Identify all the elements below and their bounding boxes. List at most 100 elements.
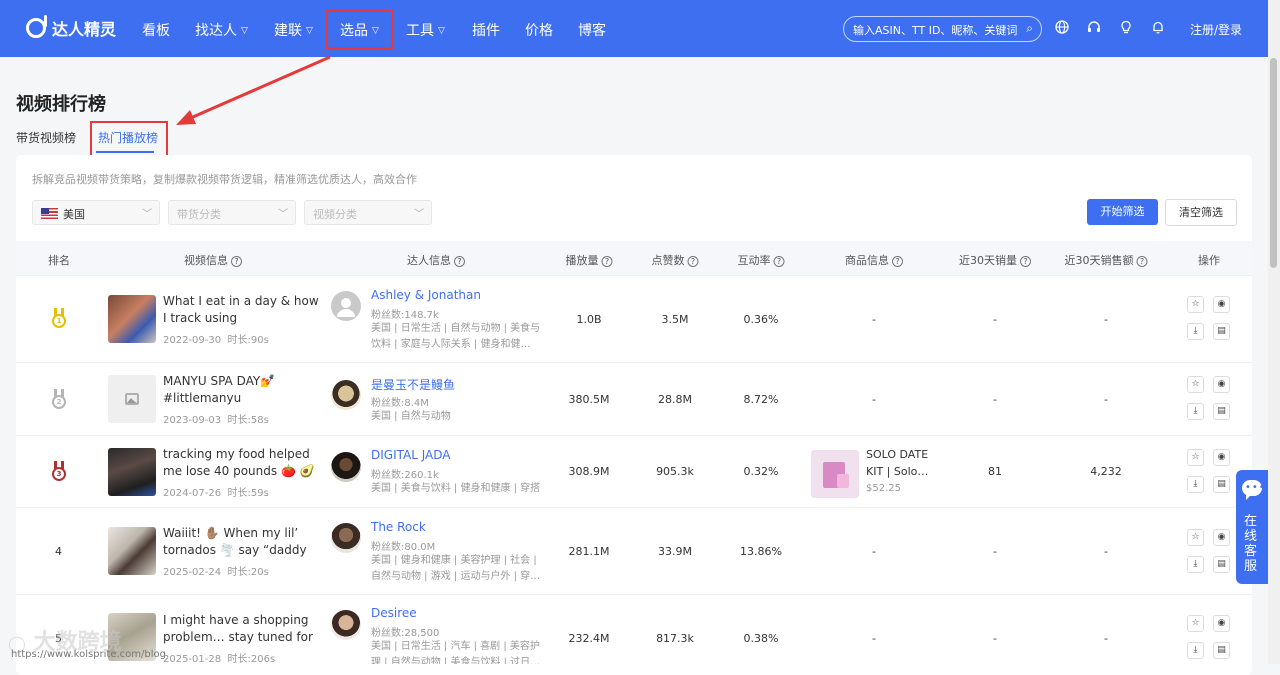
help-icon[interactable]: ? xyxy=(892,256,903,267)
download-icon[interactable]: ⤓ xyxy=(1187,556,1204,573)
influencer-avatar[interactable] xyxy=(331,452,361,482)
chat-bubble-icon: ••• xyxy=(1242,480,1265,500)
star-icon[interactable]: ☆ xyxy=(1187,529,1204,546)
star-icon[interactable]: ☆ xyxy=(1187,376,1204,393)
video-thumbnail[interactable] xyxy=(108,375,156,423)
header-plays[interactable]: 播放量? xyxy=(566,252,613,268)
page-scrollbar[interactable] xyxy=(1268,0,1280,664)
document-icon[interactable]: ▤ xyxy=(1213,556,1230,573)
influencer-avatar[interactable] xyxy=(331,523,361,553)
video-title[interactable]: tracking my food helped me lose 40 pound… xyxy=(163,446,319,480)
help-icon[interactable]: ? xyxy=(1020,256,1031,267)
header-30d-sales[interactable]: 近30天销量? xyxy=(959,252,1031,268)
header-label: 点赞数 xyxy=(651,254,685,267)
engagement-value: 0.36% xyxy=(743,313,779,326)
country-select[interactable]: 美国 ﹀ xyxy=(32,200,160,225)
video-title[interactable]: What I eat in a day & how I track using … xyxy=(163,293,319,327)
video-title[interactable]: I might have a shopping problem… stay tu… xyxy=(163,612,319,646)
help-icon[interactable]: ? xyxy=(773,256,785,267)
influencer-name[interactable]: The Rock xyxy=(371,520,426,534)
scrollbar-thumb[interactable] xyxy=(1270,58,1277,268)
star-icon[interactable]: ☆ xyxy=(1187,449,1204,466)
video-date: 2023-09-03 xyxy=(163,415,222,426)
revenue-value: - xyxy=(1104,313,1108,326)
eye-icon[interactable]: ◉ xyxy=(1213,529,1230,546)
influencer-name[interactable]: DIGITAL JADA xyxy=(371,448,451,462)
influencer-fans: 粉丝数:80.0M xyxy=(371,542,436,553)
download-icon[interactable]: ⤓ xyxy=(1187,476,1204,493)
header-engagement-rate[interactable]: 互动率? xyxy=(738,252,785,268)
chevron-down-icon: ﹀ xyxy=(278,209,288,220)
start-filter-button[interactable]: 开始筛选 xyxy=(1087,199,1158,225)
influencer-fans: 粉丝数:148.7k xyxy=(371,310,439,321)
help-icon[interactable]: ? xyxy=(687,256,699,267)
video-thumbnail[interactable] xyxy=(108,527,156,575)
influencer-name[interactable]: 是曼玉不是鳗鱼 xyxy=(371,376,455,393)
star-icon[interactable]: ☆ xyxy=(1187,296,1204,313)
online-support-widget[interactable]: ••• 在线客服 xyxy=(1236,470,1268,584)
sales-value: - xyxy=(993,632,997,645)
page-description: 拆解竞品视频带货策略，复制爆款视频带货逻辑，精准筛选优质达人，高效合作 xyxy=(32,173,417,186)
header-video-info: 视频信息? xyxy=(184,252,242,268)
likes-value: 3.5M xyxy=(661,313,689,326)
online-support-label: 在线客服 xyxy=(1244,514,1258,574)
highlight-box-tab xyxy=(90,121,168,159)
silver-medal-icon: 2 xyxy=(51,389,67,409)
help-icon[interactable]: ? xyxy=(454,256,465,267)
header-label: 商品信息 xyxy=(845,254,889,267)
help-icon[interactable]: ? xyxy=(231,256,242,267)
video-thumbnail[interactable] xyxy=(108,448,156,496)
download-icon[interactable]: ⤓ xyxy=(1187,403,1204,420)
video-meta: 2025-01-28 时长:206s xyxy=(163,650,275,665)
video-date: 2025-02-24 xyxy=(163,567,222,578)
influencer-name[interactable]: Desiree xyxy=(371,606,417,620)
eye-icon[interactable]: ◉ xyxy=(1213,449,1230,466)
engagement-value: 0.38% xyxy=(743,632,779,645)
document-icon[interactable]: ▤ xyxy=(1213,323,1230,340)
tab-sales-videos[interactable]: 带货视频榜 xyxy=(16,129,76,146)
likes-value: 905.3k xyxy=(656,465,694,478)
video-category-select[interactable]: 视频分类 ﹀ xyxy=(304,200,432,225)
video-duration: 时长:90s xyxy=(227,335,269,346)
header-label: 播放量 xyxy=(565,254,599,267)
help-icon[interactable]: ? xyxy=(1136,256,1148,267)
document-icon[interactable]: ▤ xyxy=(1213,476,1230,493)
header-label: 近30天销售额 xyxy=(1064,254,1134,267)
influencer-name[interactable]: Ashley & Jonathan xyxy=(371,288,481,302)
help-icon[interactable]: ? xyxy=(601,256,613,267)
engagement-value: 13.86% xyxy=(740,545,782,558)
download-icon[interactable]: ⤓ xyxy=(1187,323,1204,340)
video-title[interactable]: Waiiit! ✋🏽 When my lil’ tornados 🌪️ say … xyxy=(163,525,319,559)
header-likes[interactable]: 点赞数? xyxy=(652,252,699,268)
influencer-fans: 粉丝数:8.4M xyxy=(371,398,429,409)
chevron-down-icon: ﹀ xyxy=(142,209,152,220)
sales-category-select[interactable]: 带货分类 ﹀ xyxy=(168,200,296,225)
header-product-info: 商品信息? xyxy=(845,252,903,268)
influencer-avatar[interactable] xyxy=(331,291,361,321)
revenue-value: - xyxy=(1104,632,1108,645)
header-30d-revenue[interactable]: 近30天销售额? xyxy=(1065,252,1148,268)
eye-icon[interactable]: ◉ xyxy=(1213,296,1230,313)
clear-filter-button[interactable]: 清空筛选 xyxy=(1165,199,1237,226)
sales-value: 81 xyxy=(988,465,1002,478)
video-thumbnail[interactable] xyxy=(108,295,156,343)
product-thumbnail[interactable] xyxy=(811,450,859,498)
eye-icon[interactable]: ◉ xyxy=(1213,615,1230,632)
likes-value: 33.9M xyxy=(658,545,692,558)
influencer-avatar[interactable] xyxy=(331,610,361,640)
country-value: 美国 xyxy=(63,208,85,221)
influencer-fans: 粉丝数:260.1k xyxy=(371,470,439,481)
product-title[interactable]: SOLO DATE KIT | Solo… xyxy=(866,446,946,480)
header-label: 达人信息 xyxy=(407,254,451,267)
eye-icon[interactable]: ◉ xyxy=(1213,376,1230,393)
video-title[interactable]: MANYU SPA DAY💅 #littlemanyu #dogsofttikt… xyxy=(163,373,319,407)
product-price: $52.25 xyxy=(866,483,901,494)
download-icon[interactable]: ⤓ xyxy=(1187,642,1204,659)
star-icon[interactable]: ☆ xyxy=(1187,615,1204,632)
product-info-value: - xyxy=(872,313,876,326)
influencer-avatar[interactable] xyxy=(331,380,361,410)
watermark-url: https://www.kolsprite.com/blog xyxy=(11,649,166,660)
document-icon[interactable]: ▤ xyxy=(1213,403,1230,420)
document-icon[interactable]: ▤ xyxy=(1213,642,1230,659)
product-info-value: - xyxy=(872,393,876,406)
